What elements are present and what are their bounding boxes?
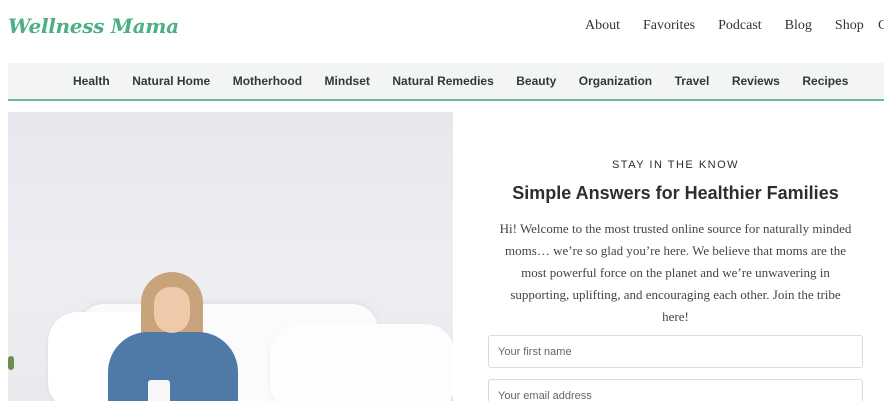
sofa-cushion-right (270, 324, 453, 401)
top-nav-about[interactable]: About (585, 18, 620, 34)
top-nav-shop[interactable]: Shop (835, 18, 864, 34)
top-nav-overflow-item[interactable]: C (878, 18, 884, 34)
category-natural-home[interactable]: Natural Home (132, 74, 210, 88)
category-travel[interactable]: Travel (675, 74, 710, 88)
site-logo[interactable]: Wellness Mama (8, 14, 179, 38)
newsletter-signup: STAY IN THE KNOW Simple Answers for Heal… (478, 112, 873, 401)
signup-intro: Hi! Welcome to the most trusted online s… (499, 221, 852, 324)
top-nav-blog[interactable]: Blog (785, 18, 812, 34)
category-motherhood[interactable]: Motherhood (233, 74, 302, 88)
hero-photo (8, 112, 453, 401)
top-nav: About Favorites Podcast Blog Shop (585, 18, 864, 34)
category-natural-remedies[interactable]: Natural Remedies (392, 74, 493, 88)
category-health[interactable]: Health (73, 74, 110, 88)
category-mindset[interactable]: Mindset (325, 74, 370, 88)
person-sweater (108, 332, 238, 401)
signup-eyebrow: STAY IN THE KNOW (611, 159, 740, 171)
email-input[interactable] (488, 379, 863, 401)
top-nav-podcast[interactable]: Podcast (718, 18, 762, 34)
category-organization[interactable]: Organization (579, 74, 652, 88)
top-nav-favorites[interactable]: Favorites (643, 18, 695, 34)
person-face (154, 287, 190, 333)
first-name-input[interactable] (488, 335, 863, 368)
category-recipes[interactable]: Recipes (802, 74, 848, 88)
category-nav: Health Natural Home Motherhood Mindset N… (73, 74, 871, 88)
mug (148, 380, 170, 401)
signup-headline: Simple Answers for Healthier Families (512, 183, 839, 203)
category-bar: Health Natural Home Motherhood Mindset N… (8, 63, 884, 101)
site-header: Wellness Mama About Favorites Podcast Bl… (0, 0, 884, 54)
plant-leaf (8, 356, 14, 370)
category-reviews[interactable]: Reviews (732, 74, 780, 88)
category-beauty[interactable]: Beauty (516, 74, 556, 88)
